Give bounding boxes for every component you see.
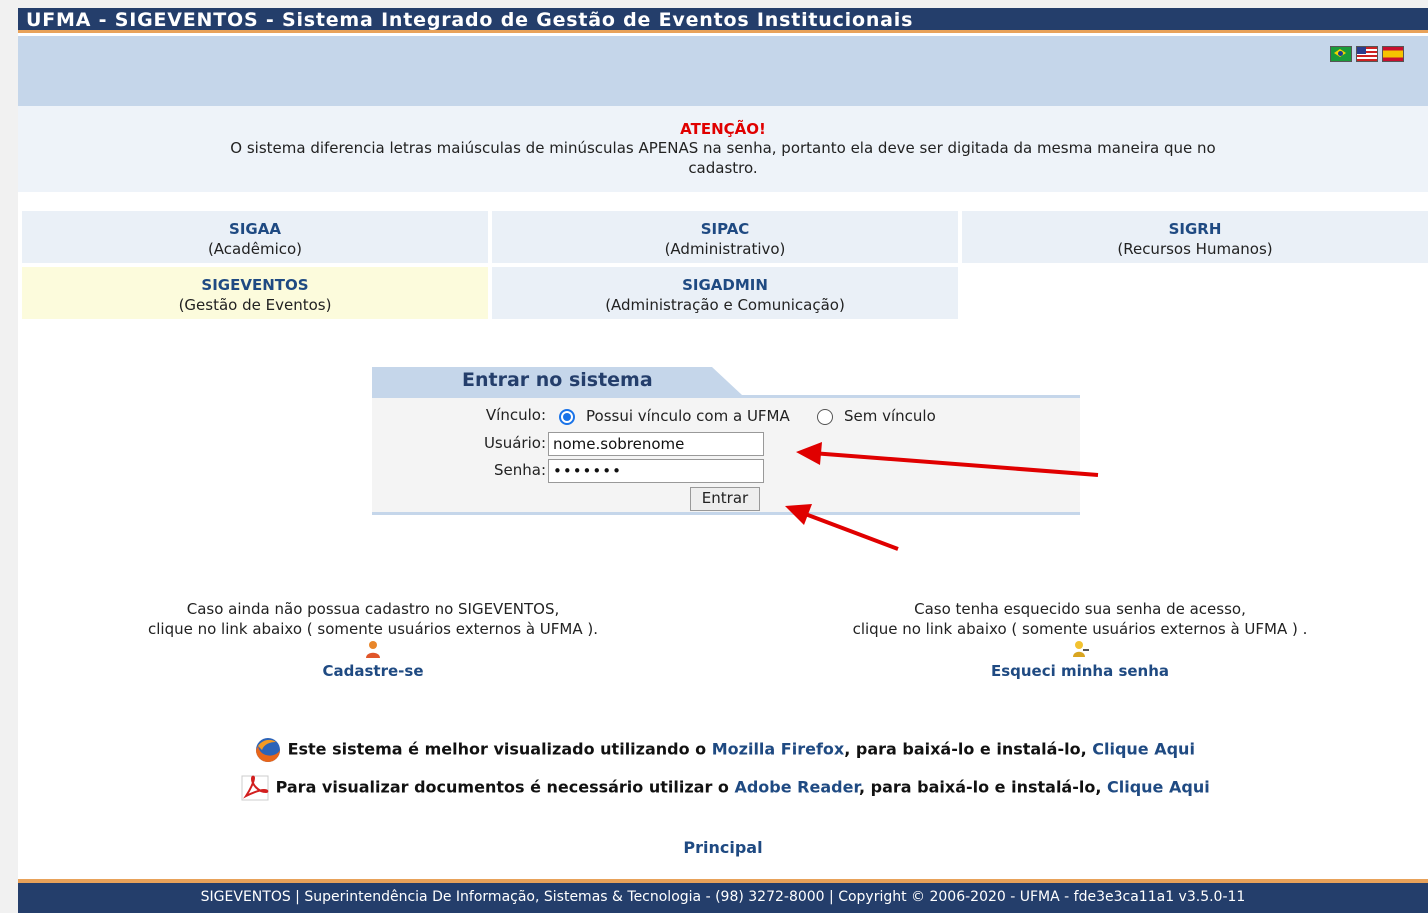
- system-subtitle: (Recursos Humanos): [1117, 240, 1273, 258]
- system-name: SIPAC: [700, 220, 750, 238]
- system-sipac[interactable]: SIPAC (Administrativo): [492, 211, 958, 263]
- system-sigadmin[interactable]: SIGADMIN (Administração e Comunicação): [492, 267, 958, 319]
- spain-flag-icon[interactable]: [1382, 46, 1404, 62]
- system-name: SIGRH: [1168, 220, 1222, 238]
- firefox-clique-aqui-link[interactable]: Clique Aqui: [1092, 740, 1195, 759]
- firefox-mid: , para baixá-lo e instalá-lo,: [844, 739, 1093, 759]
- forgot-text-2: clique no link abaixo ( somente usuários…: [852, 620, 1308, 638]
- usuario-label: Usuário:: [483, 434, 546, 452]
- brazil-flag-icon[interactable]: [1330, 46, 1352, 62]
- entrar-button[interactable]: Entrar: [690, 487, 760, 511]
- system-name: SIGAA: [229, 220, 281, 238]
- register-text-2: clique no link abaixo ( somente usuários…: [147, 620, 599, 638]
- firefox-link[interactable]: Mozilla Firefox: [712, 740, 844, 759]
- usuario-input[interactable]: nome.sobrenome: [548, 432, 764, 456]
- forgot-help: Caso tenha esquecido sua senha de acesso…: [800, 599, 1360, 681]
- pdf-icon: [241, 775, 269, 801]
- radio-sem-vinculo-label[interactable]: Sem vínculo: [844, 407, 936, 425]
- footer: SIGEVENTOS | Superintendência De Informa…: [18, 879, 1428, 913]
- login-panel: Entrar no sistema Vínculo: Possui víncul…: [372, 367, 1080, 517]
- language-flags: [1330, 46, 1404, 62]
- radio-ufma[interactable]: [559, 409, 575, 425]
- esqueci-senha-link[interactable]: Esqueci minha senha: [800, 661, 1360, 681]
- login-title: Entrar no sistema: [462, 369, 653, 391]
- reader-text: Para visualizar documentos é necessário …: [275, 777, 735, 797]
- register-help: Caso ainda não possua cadastro no SIGEVE…: [88, 599, 658, 681]
- reader-mid: , para baixá-lo e instalá-lo,: [858, 777, 1107, 797]
- system-subtitle: (Gestão de Eventos): [178, 296, 332, 314]
- radio-ufma-label[interactable]: Possui vínculo com a UFMA: [586, 407, 790, 425]
- system-name: SIGADMIN: [682, 276, 768, 294]
- radio-sem-vinculo[interactable]: [817, 409, 833, 425]
- system-subtitle: (Acadêmico): [207, 240, 303, 258]
- user-add-icon: [366, 641, 380, 658]
- page: UFMA - SIGEVENTOS - Sistema Integrado de…: [18, 8, 1428, 913]
- senha-input[interactable]: •••••••: [548, 459, 764, 483]
- system-subtitle: (Administrativo): [664, 240, 786, 258]
- attention-title: ATENÇÃO!: [680, 120, 766, 138]
- firefox-notice: Este sistema é melhor visualizado utiliz…: [254, 736, 1195, 764]
- reader-link[interactable]: Adobe Reader: [734, 778, 859, 797]
- system-subtitle: (Administração e Comunicação): [605, 296, 845, 314]
- system-sigaa[interactable]: SIGAA (Acadêmico): [22, 211, 488, 263]
- usa-flag-icon[interactable]: [1356, 46, 1378, 62]
- system-sigeventos[interactable]: SIGEVENTOS (Gestão de Eventos): [22, 267, 488, 319]
- attention-text: O sistema diferencia letras maiúsculas d…: [230, 139, 1216, 177]
- reader-notice: Para visualizar documentos é necessário …: [240, 774, 1210, 802]
- firefox-icon: [256, 738, 280, 762]
- key-user-icon: [1073, 641, 1089, 657]
- principal-link[interactable]: Principal: [18, 838, 1428, 857]
- senha-label: Senha:: [493, 461, 546, 479]
- forgot-text-1: Caso tenha esquecido sua senha de acesso…: [914, 600, 1246, 618]
- attention-panel: ATENÇÃO! O sistema diferencia letras mai…: [18, 106, 1428, 192]
- register-text-1: Caso ainda não possua cadastro no SIGEVE…: [186, 600, 560, 618]
- vinculo-label: Vínculo:: [485, 406, 546, 424]
- reader-clique-aqui-link[interactable]: Clique Aqui: [1107, 778, 1210, 797]
- cadastre-se-link[interactable]: Cadastre-se: [88, 661, 658, 681]
- system-name: SIGEVENTOS: [201, 276, 309, 294]
- login-tab: Entrar no sistema: [372, 367, 742, 395]
- language-bar: [18, 36, 1428, 106]
- firefox-text: Este sistema é melhor visualizado utiliz…: [287, 739, 712, 759]
- system-sigrh[interactable]: SIGRH (Recursos Humanos): [962, 211, 1428, 263]
- app-title: UFMA - SIGEVENTOS - Sistema Integrado de…: [18, 8, 1428, 33]
- login-form: Vínculo: Possui vínculo com a UFMA Sem v…: [372, 395, 1080, 515]
